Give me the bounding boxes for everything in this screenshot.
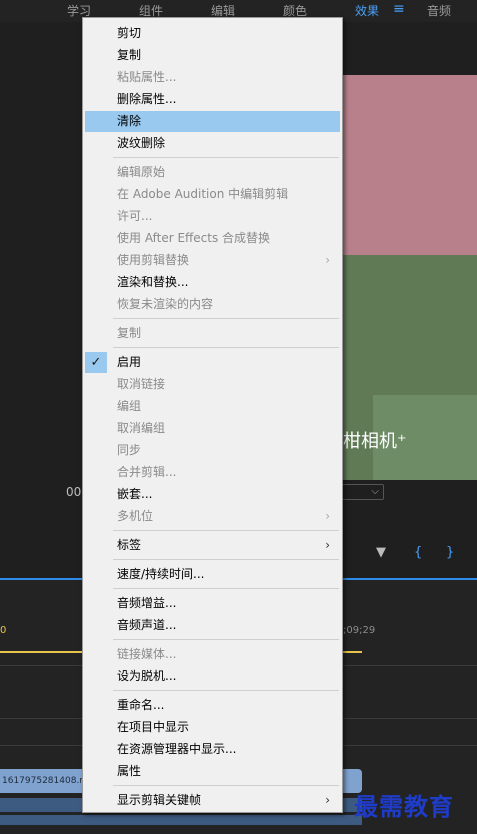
chevron-right-icon: › [325, 509, 330, 523]
menu-separator [113, 588, 339, 589]
menu-item-label: 剪切 [117, 26, 142, 40]
menu-item-link-media: 链接媒体... [85, 644, 340, 665]
program-monitor-frame: 柑相机⁺ [343, 75, 477, 480]
menu-item-label: 波纹删除 [117, 136, 166, 150]
menu-item-label: 恢复未渲染的内容 [117, 297, 214, 311]
menu-item-label: 速度/持续时间... [117, 567, 205, 581]
menu-separator [113, 559, 339, 560]
menu-separator [113, 639, 339, 640]
workspace-tab-effects[interactable]: 效果 [355, 2, 379, 19]
menu-separator [113, 157, 339, 158]
menu-item-duplicate: 复制 [85, 323, 340, 344]
menu-item-replace-with-clip: 使用剪辑替换 › [85, 250, 340, 271]
menu-item-enable[interactable]: ✓ 启用 [85, 352, 340, 373]
menu-item-synchronize: 同步 [85, 440, 340, 461]
monitor-timecode: 00 [66, 485, 82, 499]
workspace-tab-audio[interactable]: 音频 [427, 2, 451, 19]
monitor-controls-bar [343, 540, 477, 570]
menu-item-rename[interactable]: 重命名... [85, 695, 340, 716]
menu-item-label: 渲染和替换... [117, 275, 189, 289]
menu-item-ungroup: 取消编组 [85, 418, 340, 439]
menu-item-speed-duration[interactable]: 速度/持续时间... [85, 564, 340, 585]
menu-separator [113, 690, 339, 691]
clip-name: 1617975281408.mp [2, 776, 94, 786]
menu-item-label: 在资源管理器中显示... [117, 742, 237, 756]
menu-item-properties[interactable]: 属性 [85, 761, 340, 782]
menu-item-label: 在 Adobe Audition 中编辑剪辑 [117, 187, 289, 201]
menu-item-reveal-in-explorer[interactable]: 在资源管理器中显示... [85, 739, 340, 760]
timeline-ruler-timecode: ;09;29 [343, 625, 376, 636]
menu-item-label: 显示剪辑关键帧 [117, 793, 202, 807]
menu-item-ripple-delete[interactable]: 波纹删除 [85, 133, 340, 154]
menu-item-label: 取消编组 [117, 421, 166, 435]
chevron-right-icon: › [325, 253, 330, 267]
menu-item-label: 重命名... [117, 698, 165, 712]
menu-item-make-offline[interactable]: 设为脱机... [85, 666, 340, 687]
menu-item-merge-clips: 合并剪辑... [85, 462, 340, 483]
menu-separator [113, 318, 339, 319]
checkmark-icon: ✓ [85, 352, 107, 373]
menu-item-label: 嵌套... [117, 487, 153, 501]
menu-item-label: 属性 [117, 764, 142, 778]
menu-item-group: 编组 [85, 396, 340, 417]
menu-item-label: 启用 [117, 355, 142, 369]
menu-item-label: 删除属性... [117, 92, 177, 106]
menu-separator [113, 785, 339, 786]
audio-clip[interactable] [0, 815, 362, 825]
menu-item-label: 清除 [117, 114, 142, 128]
menu-item-paste-attributes: 粘贴属性... [85, 67, 340, 88]
menu-item-label: 标签 [117, 538, 142, 552]
menu-item-restore-unrendered: 恢复未渲染的内容 [85, 294, 340, 315]
video-watermark: 柑相机⁺ [343, 431, 407, 452]
menu-item-label: 链接媒体... [117, 647, 177, 661]
hamburger-icon[interactable]: ≡ [393, 1, 405, 17]
menu-item-cut[interactable]: 剪切 [85, 23, 340, 44]
menu-item-edit-original: 编辑原始 [85, 162, 340, 183]
menu-item-label: 音频增益... [117, 596, 177, 610]
menu-item-remove-attributes[interactable]: 删除属性... [85, 89, 340, 110]
menu-item-label: 合并剪辑... [117, 465, 177, 479]
chevron-right-icon: › [325, 793, 330, 807]
menu-item-clear[interactable]: 清除 [85, 111, 340, 132]
menu-item-label: 编组 [117, 399, 142, 413]
menu-item-copy[interactable]: 复制 [85, 45, 340, 66]
menu-item-unlink: 取消链接 [85, 374, 340, 395]
menu-item-label: 使用剪辑替换 [117, 253, 190, 267]
menu-item-label: 粘贴属性... [117, 70, 177, 84]
add-marker-icon[interactable]: ▼ [376, 545, 386, 560]
timeline-ruler-start: 0 [0, 625, 7, 636]
menu-item-label: 音频声道... [117, 618, 177, 632]
mark-in-icon[interactable]: { [414, 545, 422, 560]
menu-item-label: 许可... [117, 209, 153, 223]
menu-item-label: 同步 [117, 443, 142, 457]
menu-item-label: 多机位 [117, 509, 154, 523]
menu-item-label: 编辑原始 [117, 165, 166, 179]
menu-item-label: 设为脱机... [117, 669, 177, 683]
chevron-right-icon: › [325, 538, 330, 552]
menu-item-label: 复制 [117, 326, 142, 340]
menu-separator [113, 347, 339, 348]
menu-item-render-and-replace[interactable]: 渲染和替换... [85, 272, 340, 293]
menu-item-label-submenu[interactable]: 标签 › [85, 535, 340, 556]
menu-item-reveal-in-project[interactable]: 在项目中显示 [85, 717, 340, 738]
menu-item-label: 使用 After Effects 合成替换 [117, 231, 271, 245]
menu-item-label: 在项目中显示 [117, 720, 190, 734]
mark-out-icon[interactable]: } [446, 545, 454, 560]
clip-context-menu: 剪切 复制 粘贴属性... 删除属性... 清除 波纹删除 编辑原始 在 Ado… [82, 17, 343, 813]
menu-item-license: 许可... [85, 206, 340, 227]
menu-item-audio-gain[interactable]: 音频增益... [85, 593, 340, 614]
menu-item-edit-in-audition: 在 Adobe Audition 中编辑剪辑 [85, 184, 340, 205]
menu-item-audio-channels[interactable]: 音频声道... [85, 615, 340, 636]
menu-item-nest[interactable]: 嵌套... [85, 484, 340, 505]
brand-logo: 最需教育 [354, 792, 454, 821]
menu-item-label: 复制 [117, 48, 142, 62]
monitor-zoom-dropdown[interactable]: ⌵ [342, 484, 384, 500]
menu-separator [113, 530, 339, 531]
menu-item-show-clip-keyframes[interactable]: 显示剪辑关键帧 › [85, 790, 340, 811]
menu-item-replace-with-ae: 使用 After Effects 合成替换 [85, 228, 340, 249]
menu-item-multi-camera: 多机位 › [85, 506, 340, 527]
menu-item-label: 取消链接 [117, 377, 166, 391]
